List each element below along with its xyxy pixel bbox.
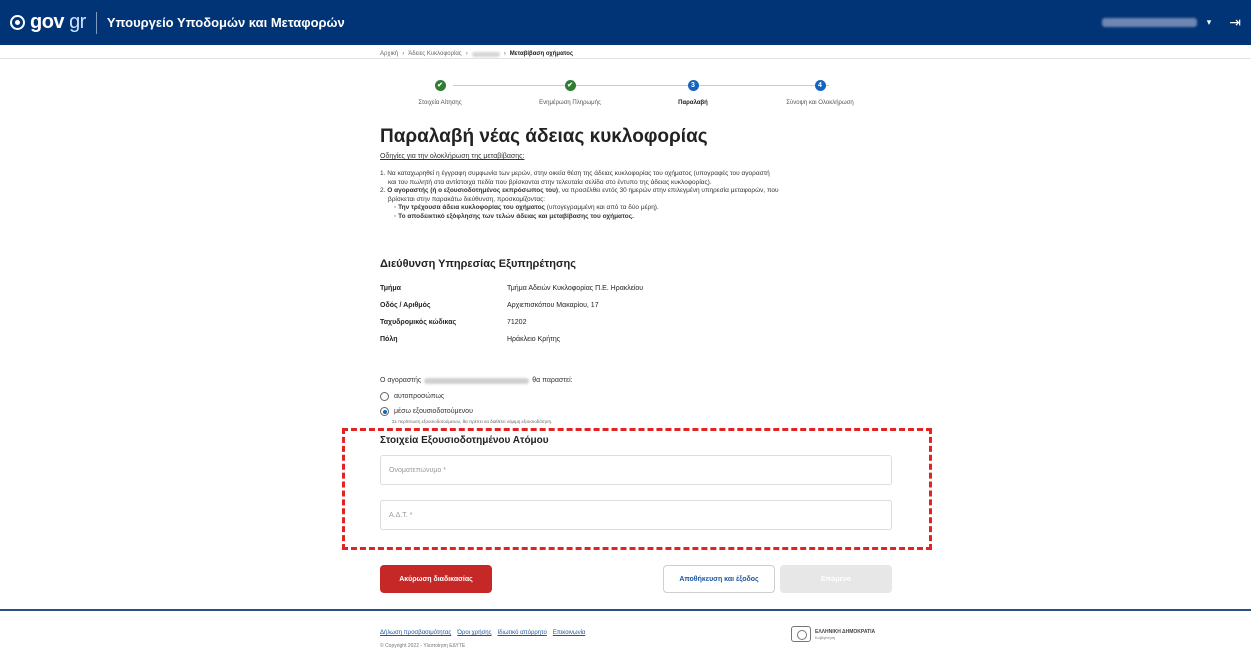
footer-divider xyxy=(0,609,1251,611)
step-summary: 4 Σύνοψη και Ολοκλήρωση xyxy=(760,80,880,106)
footer-link-terms[interactable]: Όροι χρήσης xyxy=(457,630,491,636)
instruction-1: 1. Να καταχωρηθεί η έγγραφη συμφωνία των… xyxy=(380,170,770,177)
greek-emblem-icon xyxy=(10,15,25,30)
breadcrumb-current: Μεταβίβαση οχήματος xyxy=(509,51,574,57)
hellenic-seal-icon xyxy=(791,626,811,642)
breadcrumb-divider xyxy=(0,58,1251,59)
address-row: Τμήμα Τμήμα Αδειών Κυκλοφορίας Π.Ε. Ηρακλ… xyxy=(380,280,643,297)
buyer-suffix: θα παραστεί: xyxy=(532,377,573,384)
breadcrumb-separator: › xyxy=(503,51,506,57)
address-value: Ηράκλειο Κρήτης xyxy=(507,336,561,343)
check-icon: ✔ xyxy=(434,80,446,91)
buyer-prefix: Ο αγοραστής xyxy=(380,377,422,384)
bullet-1: ◦ Την τρέχουσα άδεια κυκλοφορίας του οχή… xyxy=(380,204,920,213)
footer-links: Δήλωση προσβασιμότητας Όροι χρήσης Ιδιωτ… xyxy=(380,630,585,636)
progress-stepper: ✔ Στοιχεία Αίτησης ✔ Ενημέρωση Πληρωμής … xyxy=(380,72,892,112)
radio-button[interactable] xyxy=(380,392,389,401)
check-icon: ✔ xyxy=(564,80,576,91)
instructions: 1. Να καταχωρηθεί η έγγραφη συμφωνία των… xyxy=(380,170,920,221)
top-navbar: gov gr Υπουργείο Υποδομών και Μεταφορών ▾… xyxy=(0,0,1251,45)
bullet-icon: ◦ xyxy=(394,204,397,211)
bullet-1-bold: Την τρέχουσα άδεια κυκλοφορίας του οχήμα… xyxy=(398,204,545,211)
instruction-2-cont: βρίσκεται στην παρακάτω διεύθυνση, προσκ… xyxy=(388,195,546,203)
logo-text-gr: gr xyxy=(69,11,86,33)
address-title: Διεύθυνση Υπηρεσίας Εξυπηρέτησης xyxy=(380,258,576,270)
bullet-icon: ◦ xyxy=(394,212,397,220)
radio-label[interactable]: αυτοπροσώπως xyxy=(394,393,444,400)
government-text: Κυβέρνηση xyxy=(815,634,836,640)
bullet-2: ◦ Το αποδεικτικό εξόφλησης των τελών άδε… xyxy=(380,213,920,222)
breadcrumb-separator: › xyxy=(402,51,405,57)
step-label: Σύνοψη και Ολοκλήρωση xyxy=(786,100,854,106)
address-table: Τμήμα Τμήμα Αδειών Κυκλοφορίας Π.Ε. Ηρακλ… xyxy=(380,280,643,348)
address-row: Πόλη Ηράκλειο Κρήτης xyxy=(380,331,643,348)
authorization-note: Σε περίπτωση εξουσιοδοτούμενου, θα πρέπε… xyxy=(392,419,553,424)
instruction-2-bold: Ο αγοραστής (ή ο εξουσιοδοτημένος εκπρόσ… xyxy=(387,187,559,194)
user-name-redacted xyxy=(1101,18,1197,27)
instructions-title: Οδηγίες για την ολοκλήρωση της μεταβίβασ… xyxy=(380,153,525,160)
breadcrumb-licenses[interactable]: Άδειες Κυκλοφορίας xyxy=(408,51,461,57)
breadcrumb: Αρχική › Άδειες Κυκλοφορίας › › Μεταβίβα… xyxy=(380,51,573,57)
hellenic-republic-logo: ΕΛΛΗΝΙΚΗ ΔΗΜΟΚΡΑΤΙΑ Κυβέρνηση xyxy=(791,626,875,642)
save-and-exit-button[interactable]: Αποθήκευση και έξοδος xyxy=(663,565,775,593)
address-row: Ταχυδρομικός κώδικας 71202 xyxy=(380,314,643,331)
address-key: Ταχυδρομικός κώδικας xyxy=(380,319,457,326)
step-number: 4 xyxy=(814,80,826,91)
highlight-box xyxy=(342,428,932,550)
footer-link-contact[interactable]: Επικοινωνία xyxy=(553,630,586,636)
radio-label[interactable]: μέσω εξουσιοδοτούμενου xyxy=(394,408,473,415)
address-key: Τμήμα xyxy=(380,285,401,292)
address-key: Πόλη xyxy=(380,336,398,343)
step-payment-update: ✔ Ενημέρωση Πληρωμής xyxy=(510,80,630,106)
breadcrumb-home[interactable]: Αρχική xyxy=(380,51,398,57)
ministry-title: Υπουργείο Υποδομών και Μεταφορών xyxy=(106,15,345,30)
address-value: 71202 xyxy=(507,319,527,326)
address-value: Τμήμα Αδειών Κυκλοφορίας Π.Ε. Ηρακλείου xyxy=(507,285,644,292)
address-key: Οδός / Αριθμός xyxy=(380,302,431,309)
copyright: © Copyright 2022 - Υλοποίηση ΕΔΥΤΕ xyxy=(380,643,466,649)
buyer-attendance-question: Ο αγοραστής θα παραστεί: xyxy=(380,377,573,384)
user-menu[interactable]: ▾ ⇥ xyxy=(1101,14,1241,31)
page-title: Παραλαβή νέας άδειας κυκλοφορίας xyxy=(380,126,708,147)
step-label: Στοιχεία Αίτησης xyxy=(418,100,462,106)
step-application-details: ✔ Στοιχεία Αίτησης xyxy=(380,80,500,106)
govgr-logo[interactable]: gov gr xyxy=(10,11,86,34)
instruction-2: 2. Ο αγοραστής (ή ο εξουσιοδοτημένος εκπ… xyxy=(380,187,920,196)
next-button[interactable]: Επόμενο xyxy=(780,565,892,593)
step-pickup: 3 Παραλαβή xyxy=(633,80,753,106)
bullet-2-bold: Το αποδεικτικό εξόφλησης των τελών άδεια… xyxy=(398,212,634,220)
address-row: Οδός / Αριθμός Αρχιεπισκόπου Μακαρίου, 17 xyxy=(380,297,643,314)
breadcrumb-redacted[interactable] xyxy=(471,51,500,57)
logo-text: gov xyxy=(30,11,65,33)
id-card-input[interactable] xyxy=(380,500,892,530)
full-name-input[interactable] xyxy=(380,455,892,485)
step-number: 3 xyxy=(687,80,699,91)
radio-authorized[interactable]: μέσω εξουσιοδοτούμενου xyxy=(380,407,473,416)
footer-link-accessibility[interactable]: Δήλωση προσβασιμότητας xyxy=(380,630,451,636)
instruction-2-rest: , να προσέλθει εντός 30 ημερών στην επιλ… xyxy=(558,187,779,194)
chevron-down-icon[interactable]: ▾ xyxy=(1207,17,1212,28)
instruction-1-cont: και του πωλητή στα αντίστοιχα πεδία που … xyxy=(388,178,712,186)
breadcrumb-separator: › xyxy=(465,51,468,57)
radio-in-person[interactable]: αυτοπροσώπως xyxy=(380,392,444,401)
address-value: Αρχιεπισκόπου Μακαρίου, 17 xyxy=(507,302,599,309)
radio-button-selected[interactable] xyxy=(380,407,389,416)
buyer-name-redacted xyxy=(424,377,530,384)
logout-icon[interactable]: ⇥ xyxy=(1229,14,1241,31)
header-divider xyxy=(95,11,97,34)
authorized-person-title: Στοιχεία Εξουσιοδοτημένου Ατόμου xyxy=(380,435,549,446)
step-label: Παραλαβή xyxy=(678,100,708,106)
step-label: Ενημέρωση Πληρωμής xyxy=(539,100,601,106)
footer-link-privacy[interactable]: Ιδιωτικό απόρρητο xyxy=(498,630,547,636)
republic-text: ΕΛΛΗΝΙΚΗ ΔΗΜΟΚΡΑΤΙΑ xyxy=(815,628,876,635)
bullet-1-rest: (υπογεγραμμένη και από τα δύο μέρη). xyxy=(544,204,659,211)
cancel-process-button[interactable]: Ακύρωση διαδικασίας xyxy=(380,565,492,593)
